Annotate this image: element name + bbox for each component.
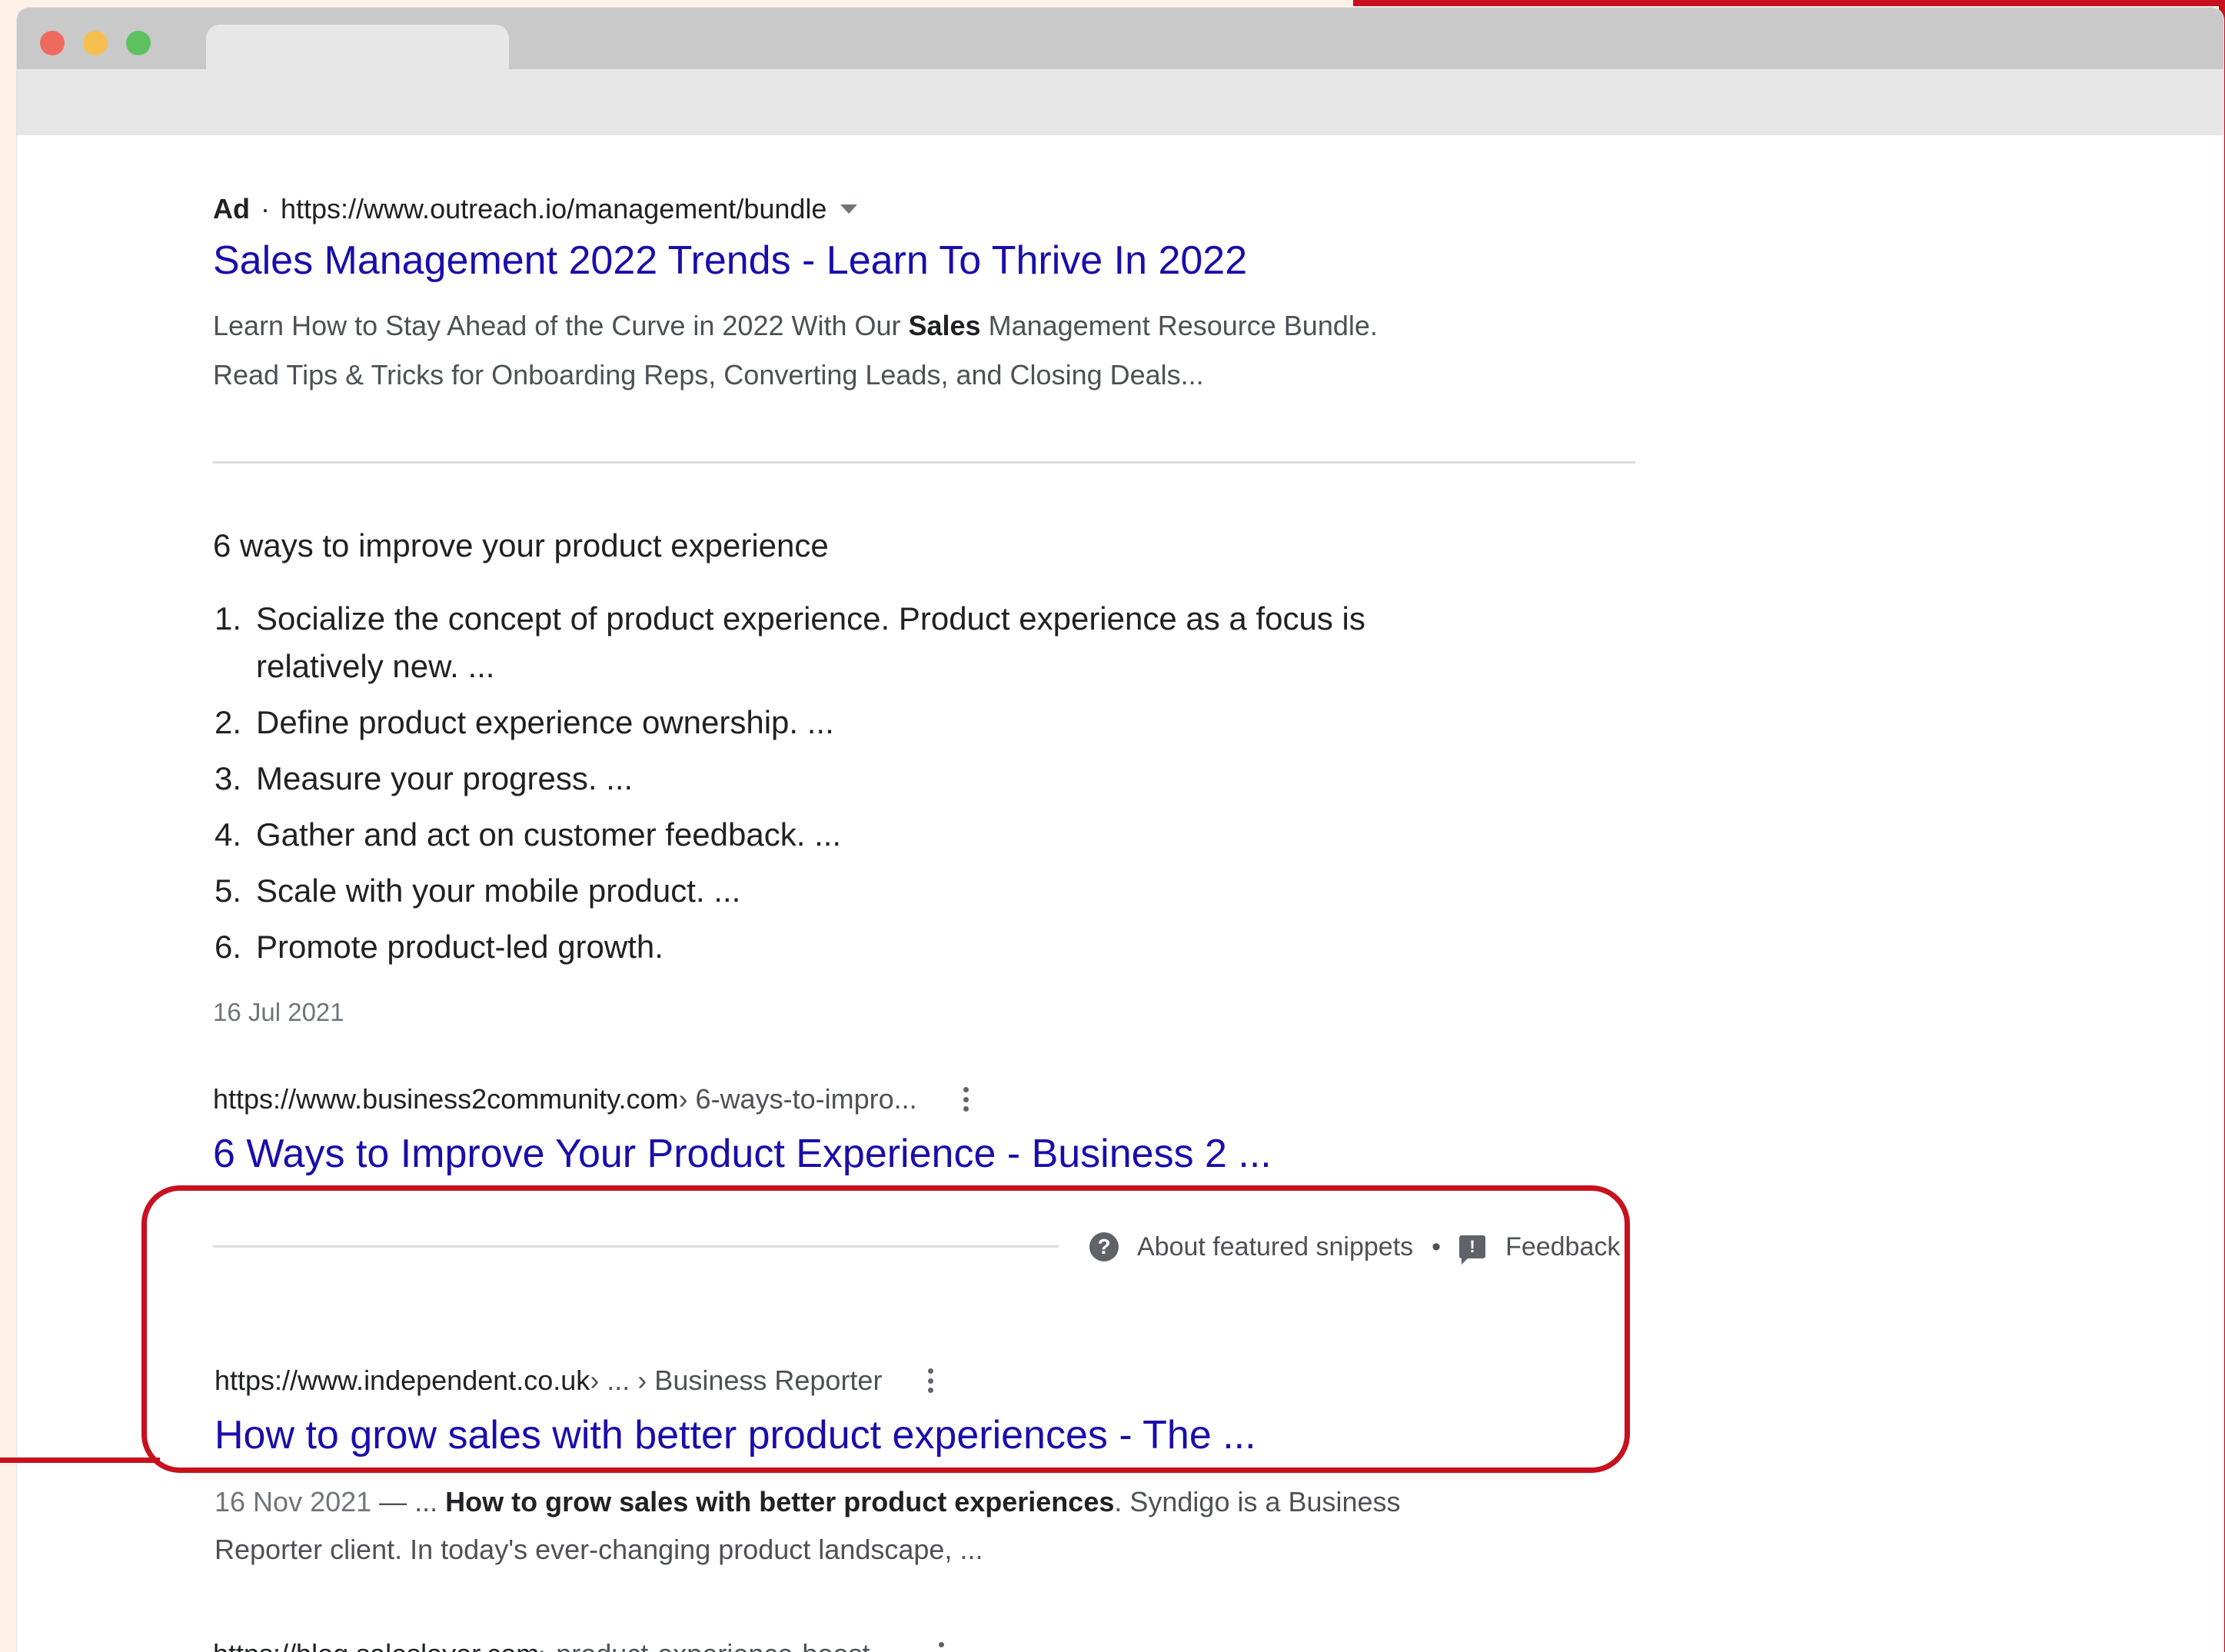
list-item: 5. Scale with your mobile product. ... — [215, 873, 741, 909]
ad-url[interactable]: https://www.outreach.io/management/bundl… — [281, 193, 826, 225]
list-item: 6. Promote product-led growth. — [215, 929, 664, 965]
more-options-icon[interactable] — [963, 1087, 969, 1112]
browser-toolbar — [17, 69, 2223, 135]
ad-dropdown-caret-icon[interactable] — [840, 204, 858, 214]
maximize-window-button[interactable] — [126, 31, 151, 55]
list-item: 2. Define product experience ownership. .… — [215, 704, 834, 740]
browser-tab[interactable] — [206, 25, 509, 71]
ad-title-link[interactable]: Sales Management 2022 Trends - Learn To … — [213, 237, 1247, 284]
ad-header: Ad · https://www.outreach.io/management/… — [213, 192, 858, 226]
tab-strip — [17, 8, 2223, 71]
ad-separator: · — [261, 193, 270, 224]
saleslayer-result-cite[interactable]: https://blog.saleslayer.com › product-ex… — [213, 1636, 945, 1652]
decorative-connector-line — [0, 1458, 160, 1463]
featured-snippet-list: 1. Socialize the concept of product expe… — [213, 595, 1365, 979]
ad-description-line-2: Read Tips & Tricks for Onboarding Reps, … — [213, 359, 1204, 391]
independent-result-description-line-2: Reporter client. In today's ever-changin… — [215, 1534, 983, 1565]
page: Ad · https://www.outreach.io/management/… — [0, 0, 2225, 1652]
divider — [213, 461, 1635, 464]
featured-snippet-date: 16 Jul 2021 — [213, 998, 344, 1026]
list-item: 4. Gather and act on customer feedback. .… — [215, 816, 842, 853]
ad-description-line-1: Learn How to Stay Ahead of the Curve in … — [213, 310, 1378, 341]
featured-snippet-source-title[interactable]: 6 Ways to Improve Your Product Experienc… — [213, 1130, 1272, 1178]
featured-snippet-heading: 6 ways to improve your product experienc… — [213, 527, 829, 563]
minimize-window-button[interactable] — [83, 31, 108, 55]
more-options-icon[interactable] — [939, 1642, 945, 1652]
ad-label: Ad — [213, 193, 250, 224]
featured-snippet-source-cite[interactable]: https://www.business2community.com › 6-w… — [213, 1081, 969, 1118]
independent-result-description-line-1: 16 Nov 2021 — ... How to grow sales with… — [215, 1486, 1401, 1517]
close-window-button[interactable] — [40, 31, 65, 55]
list-item: 1. Socialize the concept of product expe… — [215, 600, 1365, 684]
list-item: 3. Measure your progress. ... — [215, 760, 634, 796]
decorative-frame-top — [1353, 0, 2225, 6]
highlight-annotation-box — [141, 1185, 1630, 1473]
